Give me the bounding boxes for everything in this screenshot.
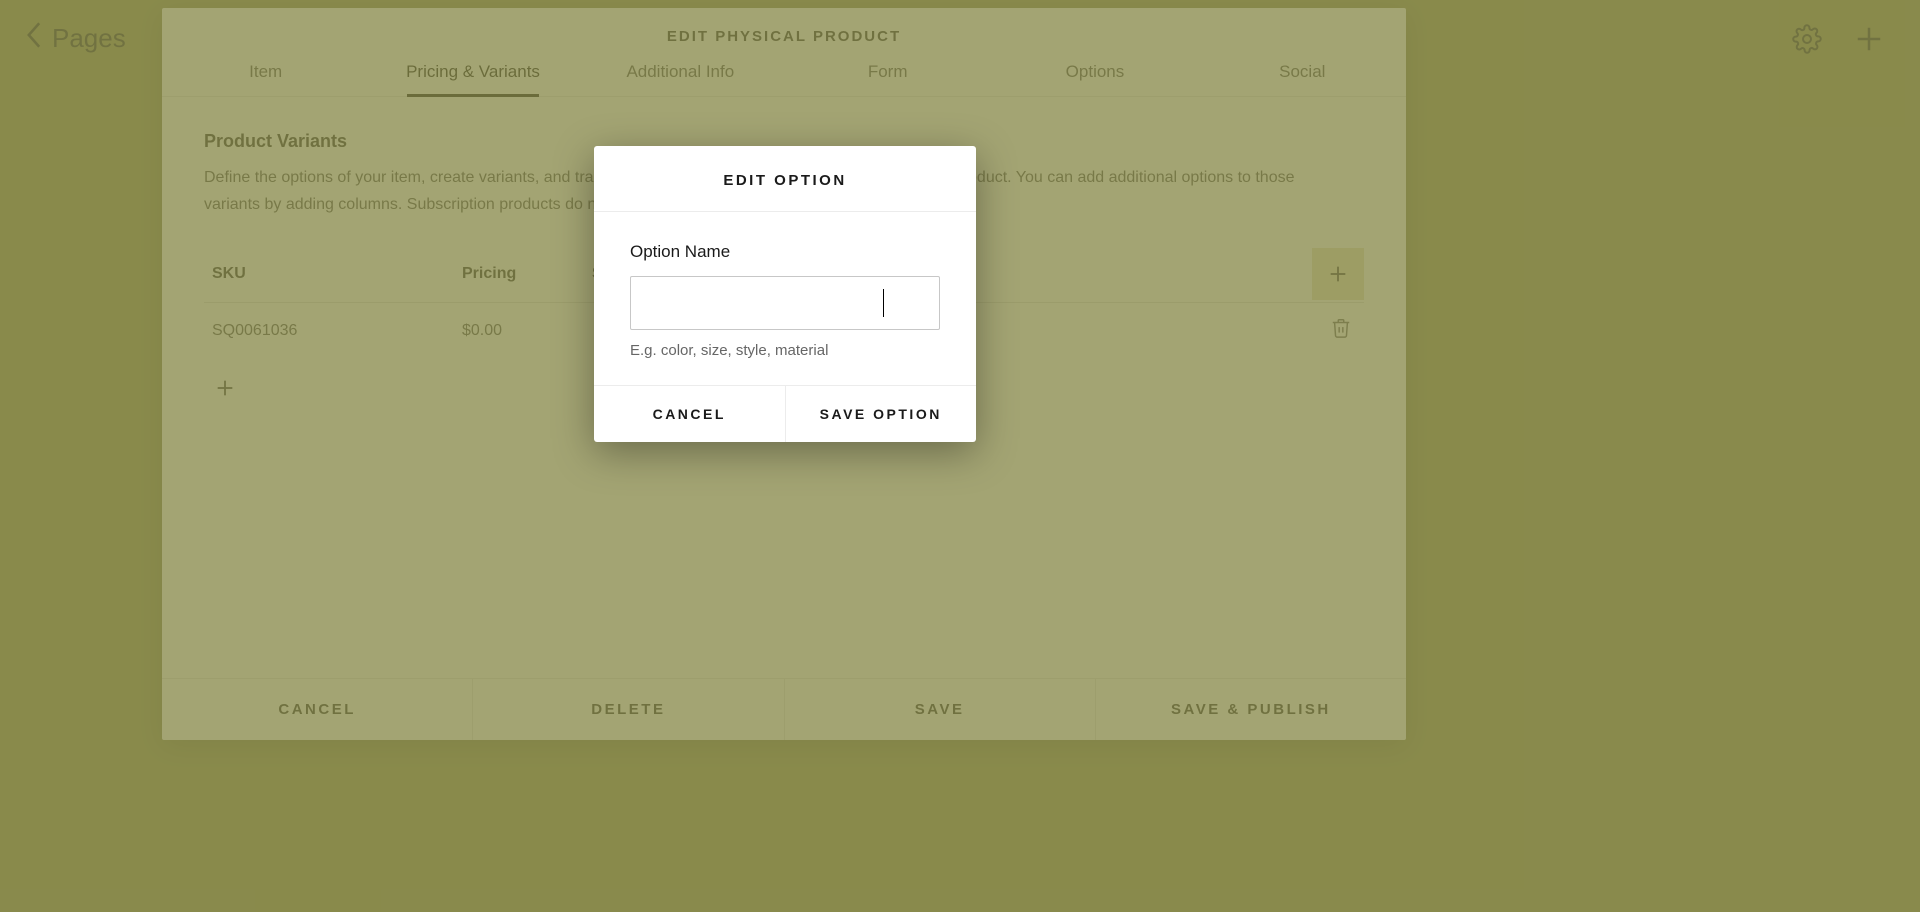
modal-save-option-button[interactable]: SAVE OPTION	[786, 386, 977, 442]
option-name-input[interactable]	[630, 276, 940, 330]
modal-cancel-button[interactable]: CANCEL	[594, 386, 786, 442]
option-name-input-wrap	[630, 276, 940, 330]
option-name-label: Option Name	[630, 242, 940, 262]
modal-body: Option Name E.g. color, size, style, mat…	[594, 212, 976, 385]
modal-scrim	[0, 0, 1920, 912]
edit-option-modal: EDIT OPTION Option Name E.g. color, size…	[594, 146, 976, 442]
modal-title: EDIT OPTION	[594, 146, 976, 212]
text-caret	[883, 289, 884, 317]
option-name-hint: E.g. color, size, style, material	[630, 342, 940, 359]
modal-footer: CANCEL SAVE OPTION	[594, 385, 976, 442]
